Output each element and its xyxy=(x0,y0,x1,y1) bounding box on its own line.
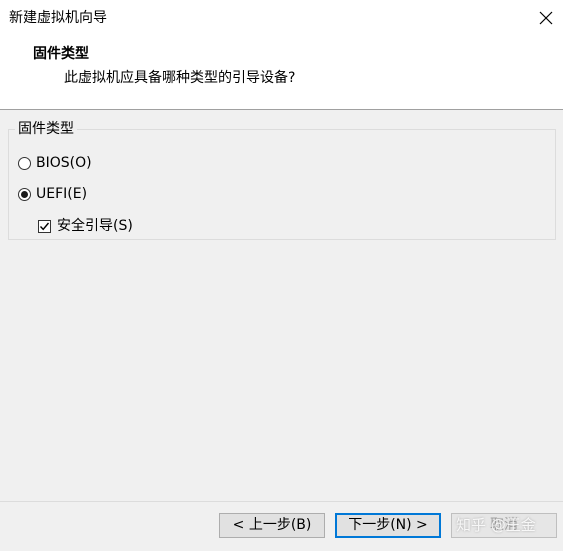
secure-boot-checkbox[interactable] xyxy=(38,219,51,233)
title-bar: 新建虚拟机向导 xyxy=(0,0,563,36)
wizard-footer: < 上一步(B) 下一步(N) > 取消 xyxy=(0,502,563,551)
window-title: 新建虚拟机向导 xyxy=(9,10,107,26)
page-subtitle: 此虚拟机应具备哪种类型的引导设备? xyxy=(64,70,296,86)
next-button[interactable]: 下一步(N) > xyxy=(335,513,441,538)
close-button[interactable] xyxy=(532,5,560,31)
uefi-radio-option[interactable]: UEFI(E) xyxy=(18,185,87,203)
secure-boot-option[interactable]: 安全引导(S) xyxy=(38,217,133,235)
bios-radio[interactable] xyxy=(18,156,31,170)
page-title: 固件类型 xyxy=(33,46,89,62)
back-button[interactable]: < 上一步(B) xyxy=(219,513,325,538)
bios-radio-label: BIOS(O) xyxy=(36,155,92,171)
uefi-radio-label: UEFI(E) xyxy=(36,186,88,202)
uefi-radio[interactable] xyxy=(18,187,31,201)
group-legend: 固件类型 xyxy=(15,120,77,138)
close-icon xyxy=(539,11,553,25)
wizard-header: 固件类型 此虚拟机应具备哪种类型的引导设备? xyxy=(0,36,563,109)
bios-radio-option[interactable]: BIOS(O) xyxy=(18,154,92,172)
cancel-button[interactable]: 取消 xyxy=(451,513,557,538)
checkmark-icon xyxy=(39,222,50,230)
wizard-content: 固件类型 BIOS(O) UEFI(E) 安全引导(S) xyxy=(0,110,563,501)
secure-boot-label: 安全引导(S) xyxy=(57,218,133,234)
